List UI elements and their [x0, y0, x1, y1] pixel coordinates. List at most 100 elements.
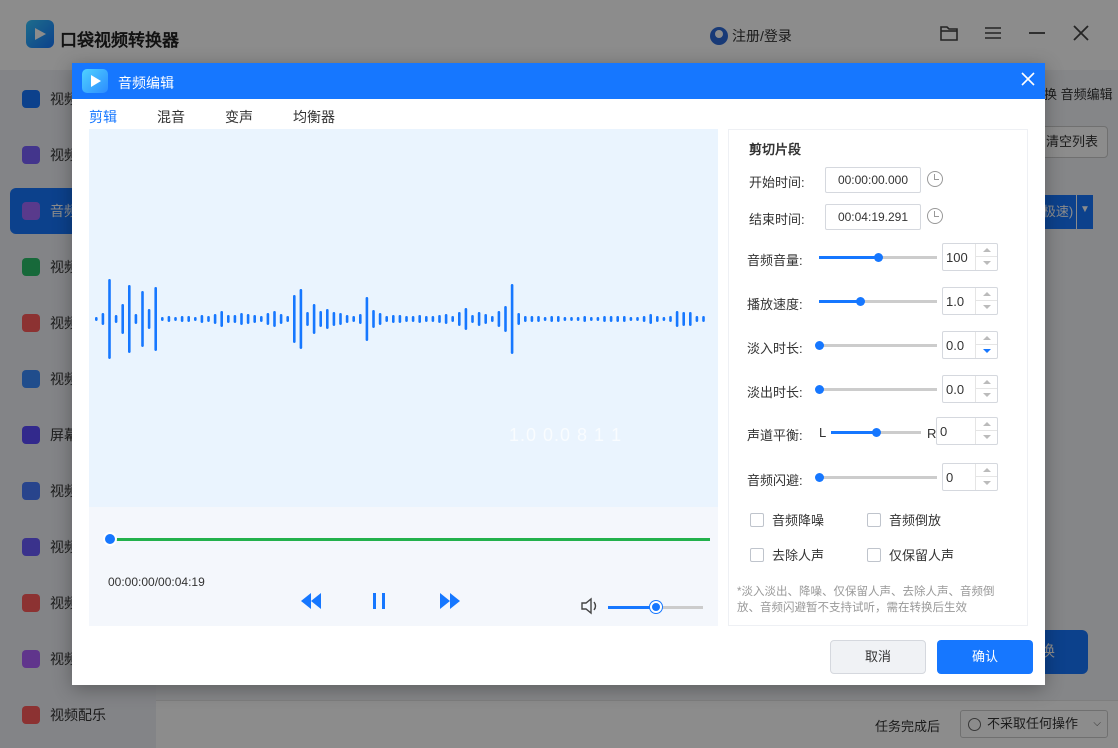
waveform-bar — [227, 315, 230, 323]
tab-equalizer[interactable]: 均衡器 — [293, 107, 335, 127]
waveform-bar — [557, 316, 560, 322]
balance-right-label: R — [927, 426, 937, 441]
progress-handle[interactable] — [103, 532, 117, 546]
cut-section-title: 剪切片段 — [749, 142, 802, 157]
end-time-input[interactable]: 00:04:19.291 — [825, 204, 921, 230]
spin-up-icon[interactable] — [975, 376, 997, 389]
reset-end-icon[interactable] — [927, 208, 943, 224]
ducking-label: 音频闪避: — [747, 473, 803, 488]
fade-out-value: 0.0 — [946, 382, 965, 397]
spin-up-icon[interactable] — [975, 464, 997, 477]
fade-out-handle[interactable] — [815, 385, 824, 394]
spin-down-icon[interactable] — [975, 477, 997, 490]
volume-label: 音频音量: — [747, 253, 803, 268]
pause-button[interactable] — [372, 591, 386, 613]
reset-start-icon[interactable] — [927, 171, 943, 187]
waveform-bar — [121, 304, 124, 334]
fade-out-spinbox[interactable]: 0.0 — [942, 375, 998, 403]
denoise-checkbox[interactable] — [750, 512, 764, 527]
spin-up-icon[interactable] — [975, 288, 997, 301]
balance-handle[interactable] — [872, 428, 881, 437]
reverse-option[interactable]: 音频倒放 — [867, 510, 941, 529]
speed-handle[interactable] — [856, 297, 866, 306]
player-panel: 1.0 0.0 8 1 1 00:00:00/00:04:19 — [89, 129, 718, 626]
balance-spinbox[interactable]: 0 — [936, 417, 998, 445]
spin-down-icon[interactable] — [975, 431, 997, 444]
rewind-icon — [301, 593, 321, 609]
keep-vocals-option[interactable]: 仅保留人声 — [867, 545, 954, 564]
spin-down-icon[interactable] — [975, 257, 997, 270]
rewind-button[interactable] — [299, 591, 323, 613]
speed-fill — [819, 300, 861, 303]
fade-in-track[interactable] — [819, 344, 937, 347]
volume-icon[interactable] — [580, 597, 600, 618]
progress-track[interactable] — [109, 538, 710, 541]
spin-up-icon[interactable] — [975, 418, 997, 431]
close-icon[interactable] — [1018, 70, 1038, 90]
waveform-bar — [161, 317, 164, 321]
pause-icon — [373, 593, 385, 609]
waveform-bar — [695, 316, 699, 322]
spin-down-icon[interactable] — [975, 345, 997, 358]
waveform-bar — [378, 313, 382, 325]
fade-in-spinbox[interactable]: 0.0 — [942, 331, 998, 359]
speed-label: 播放速度: — [747, 297, 803, 312]
waveform-bar — [484, 314, 487, 324]
waveform-bar — [187, 316, 190, 322]
waveform-bar — [537, 316, 540, 322]
remove-vocals-option[interactable]: 去除人声 — [750, 545, 824, 564]
waveform-bar — [669, 316, 672, 322]
volume-fill — [608, 606, 656, 609]
fade-in-handle[interactable] — [815, 341, 824, 350]
time-readout: 00:00:00/00:04:19 — [108, 575, 205, 589]
waveform-bar — [682, 312, 685, 326]
dialog-header: 音频编辑 — [72, 63, 1045, 99]
spin-up-icon[interactable] — [975, 244, 997, 257]
waveform-bar — [213, 314, 217, 324]
waveform-bar — [220, 311, 223, 327]
ducking-spinbox[interactable]: 0 — [942, 463, 998, 491]
waveform-bar — [689, 312, 692, 326]
keep-vocals-checkbox[interactable] — [867, 547, 881, 562]
waveform-bar — [458, 312, 461, 326]
spin-up-icon[interactable] — [975, 332, 997, 345]
speed-spinbox[interactable]: 1.0 — [942, 287, 998, 315]
reverse-checkbox[interactable] — [867, 512, 881, 527]
waveform-bar — [332, 312, 336, 326]
waveform-bar — [246, 314, 250, 324]
ducking-handle[interactable] — [815, 473, 824, 482]
waveform-bar — [438, 315, 441, 323]
fast-forward-button[interactable] — [438, 591, 462, 613]
waveform-bar — [253, 315, 256, 323]
remove-vocals-checkbox[interactable] — [750, 547, 764, 562]
waveform-bar — [147, 309, 151, 329]
waveform-bar — [405, 316, 408, 322]
start-time-input[interactable]: 00:00:00.000 — [825, 167, 921, 193]
waveform-bar — [233, 315, 237, 323]
fade-out-track[interactable] — [819, 388, 937, 391]
waveform-bar — [517, 313, 520, 325]
volume-handle[interactable] — [874, 253, 883, 262]
waveform-bar — [550, 316, 553, 322]
spin-down-icon[interactable] — [975, 301, 997, 314]
waveform-bar — [101, 313, 105, 325]
waveform-bar — [392, 315, 395, 323]
waveform-bar — [675, 311, 679, 327]
confirm-button[interactable]: 确认 — [937, 640, 1033, 674]
tab-cut[interactable]: 剪辑 — [89, 107, 117, 133]
cancel-button[interactable]: 取消 — [830, 640, 926, 674]
volume-handle[interactable] — [649, 601, 662, 613]
waveform-bar — [174, 317, 177, 321]
ducking-track[interactable] — [819, 476, 937, 479]
denoise-option[interactable]: 音频降噪 — [750, 510, 824, 529]
waveform-bar — [359, 314, 362, 324]
tab-voice-change[interactable]: 变声 — [225, 107, 253, 127]
waveform-bar — [464, 308, 468, 330]
balance-fill — [831, 431, 876, 434]
remove-vocals-label: 去除人声 — [772, 548, 825, 563]
volume-spinbox[interactable]: 100 — [942, 243, 998, 271]
tab-mix[interactable]: 混音 — [157, 107, 185, 127]
spin-down-icon[interactable] — [975, 389, 997, 402]
waveform-bar — [425, 316, 428, 322]
waveform-bar — [95, 317, 98, 321]
